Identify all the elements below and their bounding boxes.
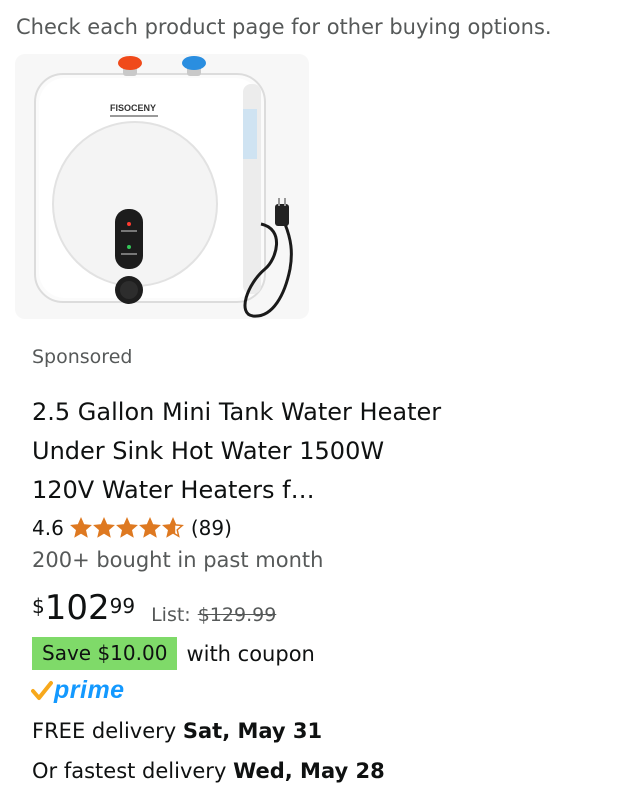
coupon-badge: Save $10.00: [32, 637, 178, 670]
coupon-row: Save $10.00 with coupon: [32, 637, 315, 670]
price-whole: 102: [44, 588, 110, 628]
star-icon: [92, 517, 115, 538]
list-price: $129.99: [197, 604, 277, 626]
free-delivery-date: Sat, May 31: [182, 719, 323, 743]
star-rating-icon: [69, 517, 185, 539]
price-symbol: $: [32, 594, 45, 618]
list-price-label: List:: [151, 604, 191, 626]
rating-value: 4.6: [32, 516, 64, 540]
coupon-text: with coupon: [186, 641, 315, 666]
price[interactable]: $ 102 99 List: $129.99: [32, 588, 276, 628]
star-icon: [161, 517, 184, 538]
star-icon: [69, 517, 92, 538]
sponsored-label: Sponsored: [32, 346, 133, 368]
star-icon: [115, 517, 138, 538]
water-heater-illustration: FISOCENY: [34, 56, 293, 318]
fastest-delivery-date: Wed, May 28: [233, 759, 385, 783]
rating-row[interactable]: 4.6 (89): [32, 514, 232, 542]
bought-in-past-month: 200+ bought in past month: [32, 548, 324, 572]
star-icon: [138, 517, 161, 538]
brand-logo: FISOCENY: [110, 103, 156, 113]
prime-check-icon: [31, 680, 53, 700]
prime-badge: prime: [31, 676, 125, 705]
price-fraction: 99: [109, 594, 136, 618]
product-image[interactable]: FISOCENY: [15, 54, 309, 319]
fastest-delivery-prefix: Or fastest delivery: [32, 759, 234, 783]
product-title-link[interactable]: 2.5 Gallon Mini Tank Water Heater Under …: [32, 393, 452, 510]
buying-options-notice: Check each product page for other buying…: [16, 15, 552, 39]
prime-label: prime: [54, 676, 125, 704]
fastest-delivery: Or fastest delivery Wed, May 28: [32, 759, 385, 783]
review-count-link[interactable]: (89): [191, 516, 232, 540]
free-delivery-prefix: FREE delivery: [32, 719, 183, 743]
free-delivery: FREE delivery Sat, May 31: [32, 719, 322, 743]
